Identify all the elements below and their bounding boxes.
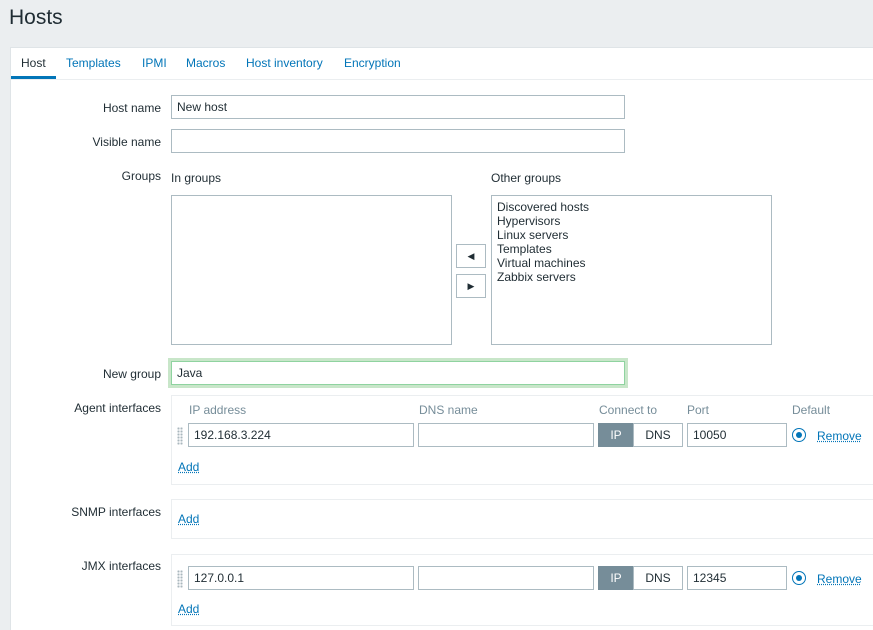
- list-item[interactable]: Hypervisors: [497, 214, 766, 228]
- list-item[interactable]: Zabbix servers: [497, 270, 766, 284]
- column-connect-to: Connect to: [599, 403, 658, 417]
- other-groups-listbox[interactable]: Discovered hosts Hypervisors Linux serve…: [491, 195, 772, 345]
- list-item[interactable]: Virtual machines: [497, 256, 766, 270]
- agent-dns-input[interactable]: [418, 423, 594, 447]
- agent-remove-link[interactable]: Remove: [817, 429, 862, 443]
- active-tab-indicator: [11, 76, 56, 79]
- in-groups-listbox[interactable]: [171, 195, 452, 345]
- jmx-add-link[interactable]: Add: [178, 602, 199, 616]
- host-name-label: Host name: [102, 101, 161, 115]
- jmx-ip-input[interactable]: 127.0.0.1: [188, 566, 414, 590]
- triangle-right-icon: ▶: [467, 280, 475, 291]
- drag-handle-icon[interactable]: [177, 427, 183, 445]
- column-default: Default: [792, 403, 831, 417]
- triangle-left-icon: ◀: [467, 250, 475, 261]
- list-item[interactable]: Linux servers: [497, 228, 766, 242]
- column-dns-name: DNS name: [419, 403, 478, 417]
- groups-label: Groups: [121, 169, 161, 183]
- jmx-remove-link[interactable]: Remove: [817, 572, 862, 586]
- visible-name-label: Visible name: [92, 135, 161, 149]
- snmp-interfaces-panel: Add: [171, 499, 873, 539]
- list-item[interactable]: Discovered hosts: [497, 200, 766, 214]
- agent-ip-input[interactable]: 192.168.3.224: [188, 423, 414, 447]
- jmx-interfaces-label: JMX interfaces: [81, 559, 161, 573]
- jmx-connect-dns-button[interactable]: DNS: [633, 566, 683, 590]
- snmp-interfaces-label: SNMP interfaces: [71, 505, 161, 519]
- move-left-button[interactable]: ◀: [456, 244, 486, 268]
- move-right-button[interactable]: ▶: [456, 274, 486, 298]
- tab-ipmi[interactable]: IPMI: [142, 56, 167, 70]
- page-title: Hosts: [9, 6, 63, 29]
- tab-bar: Host Templates IPMI Macros Host inventor…: [11, 48, 873, 80]
- in-groups-label: In groups: [171, 171, 222, 185]
- agent-default-radio[interactable]: [792, 428, 806, 442]
- new-group-input[interactable]: Java: [168, 358, 628, 388]
- host-form-card: Host Templates IPMI Macros Host inventor…: [10, 47, 873, 630]
- tab-host[interactable]: Host: [21, 56, 46, 70]
- other-groups-label: Other groups: [491, 171, 562, 185]
- drag-handle-icon[interactable]: [177, 570, 183, 588]
- column-port: Port: [687, 403, 710, 417]
- tab-encryption[interactable]: Encryption: [344, 56, 401, 70]
- new-group-label: New group: [102, 367, 161, 381]
- agent-port-input[interactable]: 10050: [687, 423, 787, 447]
- list-item[interactable]: Templates: [497, 242, 766, 256]
- jmx-port-input[interactable]: 12345: [687, 566, 787, 590]
- agent-connect-dns-button[interactable]: DNS: [633, 423, 683, 447]
- snmp-add-link[interactable]: Add: [178, 512, 199, 526]
- agent-interfaces-label: Agent interfaces: [74, 401, 161, 415]
- tab-macros[interactable]: Macros: [186, 56, 225, 70]
- agent-add-link[interactable]: Add: [178, 460, 199, 474]
- jmx-dns-input[interactable]: [418, 566, 594, 590]
- agent-connect-ip-button[interactable]: IP: [598, 423, 634, 447]
- visible-name-input[interactable]: [171, 129, 625, 153]
- jmx-default-radio[interactable]: [792, 571, 806, 585]
- column-ip-address: IP address: [189, 403, 247, 417]
- jmx-connect-ip-button[interactable]: IP: [598, 566, 634, 590]
- tab-templates[interactable]: Templates: [66, 56, 121, 70]
- tab-host-inventory[interactable]: Host inventory: [246, 56, 323, 70]
- agent-interfaces-panel: IP address DNS name Connect to Port Defa…: [171, 395, 873, 485]
- host-name-input[interactable]: New host: [171, 95, 625, 119]
- jmx-interfaces-panel: 127.0.0.1 IP DNS 12345 Remove Add: [171, 554, 873, 626]
